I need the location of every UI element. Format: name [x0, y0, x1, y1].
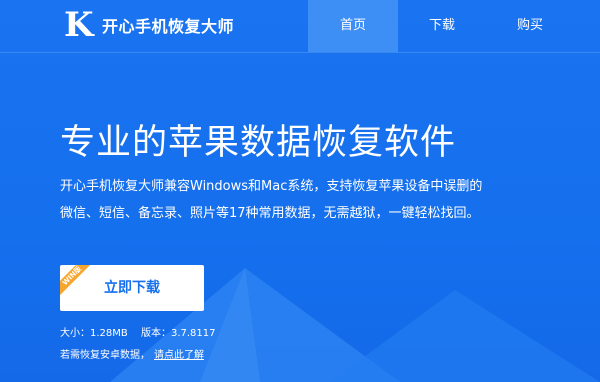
logo-k-icon: K: [64, 5, 94, 45]
app-name: 开心手机恢复大师: [102, 17, 235, 36]
description-line-1: 开心手机恢复大师兼容Windows和Mac系统，支持恢复苹果设备中误删的: [60, 179, 483, 194]
version-number: 版本：3.7.8117: [140, 328, 216, 339]
nav-item-home[interactable]: 首页: [308, 0, 398, 52]
download-button-label: 立即下载: [104, 280, 160, 296]
main-nav: 首页 下载 购买: [308, 0, 574, 52]
windows-version-badge: WIN版: [60, 265, 96, 300]
file-info: 大小：1.28MB 版本：3.7.8117: [60, 324, 215, 339]
android-info-link[interactable]: 请点此了解: [154, 350, 204, 361]
product-description: 开心手机恢复大师兼容Windows和Mac系统，支持恢复苹果设备中误删的 微信、…: [60, 173, 560, 227]
android-recovery-note: 若需恢复安卓数据， 请点此了解: [60, 346, 204, 361]
page-title: 专业的苹果数据恢复软件: [60, 123, 457, 163]
description-line-2: 微信、短信、备忘录、照片等17种常用数据，无需越狱，一键轻松找回。: [60, 206, 480, 221]
file-size: 大小：1.28MB: [60, 328, 128, 339]
download-now-button[interactable]: WIN版 立即下载: [60, 265, 204, 311]
android-prompt-text: 若需恢复安卓数据，: [60, 350, 150, 361]
logo[interactable]: K 开心手机恢复大师: [64, 8, 234, 42]
nav-item-buy[interactable]: 购买: [486, 0, 574, 52]
nav-item-download[interactable]: 下载: [398, 0, 486, 52]
top-navigation-bar: K 开心手机恢复大师 首页 下载 购买: [0, 0, 600, 53]
